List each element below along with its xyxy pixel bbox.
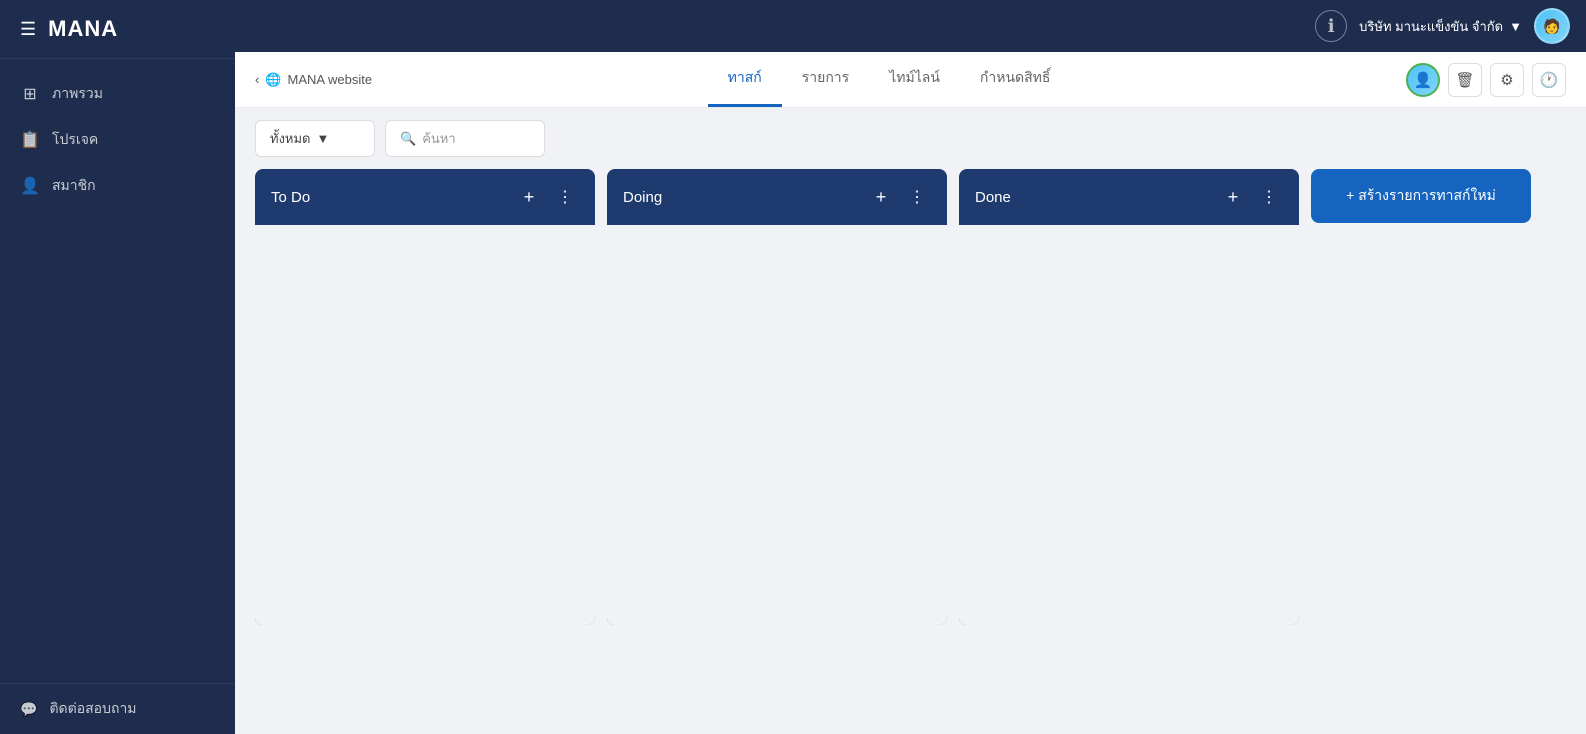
history-icon[interactable]: 🕐 [1532,63,1566,97]
create-column-label: + สร้างรายการทาสก์ใหม่ [1346,185,1496,207]
search-box[interactable]: 🔍 ค้นหา [385,120,545,157]
main-area: ℹ บริษัท มานะแข็งขัน จำกัด ▼ 🧑 ‹ 🌐 MANA … [235,0,1586,734]
sidebar-item-member[interactable]: 👤 สมาชิก [0,163,235,209]
sub-header-actions: 👤 🗑 ⚙ 🕐 [1406,63,1566,97]
logo: MANA [48,16,118,42]
tab-list[interactable]: รายการ [782,52,869,107]
chevron-down-icon: ▼ [1509,19,1522,34]
sidebar-nav: ⊞ ภาพรวม 📋 โปรเจค 👤 สมาชิก [0,59,235,683]
column-header-doing: Doing + ⋮ [607,169,947,225]
create-column-button[interactable]: + สร้างรายการทาสก์ใหม่ [1311,169,1531,223]
tab-timeline[interactable]: ไทม์ไลน์ [869,52,960,107]
back-arrow-icon: ‹ [255,72,259,87]
column-more-button-todo[interactable]: ⋮ [551,183,579,211]
globe-icon: 🌐 [265,72,281,88]
sidebar-footer: 💬 ติดต่อสอบถาม [0,683,235,734]
sidebar-item-label-member: สมาชิก [52,175,96,197]
settings-icon[interactable]: ⚙ [1490,63,1524,97]
column-header-done: Done + ⋮ [959,169,1299,225]
sub-tabs: ทาสก์ รายการ ไทม์ไลน์ กำหนดสิทธิ์ [392,52,1386,107]
contact-label: ติดต่อสอบถาม [49,698,136,720]
column-header-todo: To Do + ⋮ [255,169,595,225]
kanban-column-doing: Doing + ⋮ [607,169,947,625]
column-body-done [959,225,1299,625]
company-name: บริษัท มานะแข็งขัน จำกัด [1359,16,1503,37]
column-add-button-doing[interactable]: + [867,183,895,211]
column-body-todo [255,225,595,625]
column-add-button-done[interactable]: + [1219,183,1247,211]
contact-item[interactable]: 💬 ติดต่อสอบถาม [20,698,215,720]
sidebar-item-overview[interactable]: ⊞ ภาพรวม [0,71,235,117]
sidebar-header: ☰ MANA [0,0,235,59]
info-icon[interactable]: ℹ [1315,10,1347,42]
column-more-button-doing[interactable]: ⋮ [903,183,931,211]
sidebar-item-label-overview: ภาพรวม [52,83,103,105]
assigned-user-icon[interactable]: 👤 [1406,63,1440,97]
sidebar: ☰ MANA ⊞ ภาพรวม 📋 โปรเจค 👤 สมาชิก 💬 ติดต… [0,0,235,734]
company-selector[interactable]: บริษัท มานะแข็งขัน จำกัด ▼ [1359,16,1522,37]
column-title-done: Done [975,189,1211,206]
sidebar-item-project[interactable]: 📋 โปรเจค [0,117,235,163]
filter-chevron-icon: ▼ [317,131,330,146]
topbar: ℹ บริษัท มานะแข็งขัน จำกัด ▼ 🧑 [235,0,1586,52]
content-area: ‹ 🌐 MANA website ทาสก์ รายการ ไทม์ไลน์ ก… [235,52,1586,734]
filter-label: ทั้งหมด [270,128,311,149]
search-icon: 🔍 [400,131,416,147]
toolbar: ทั้งหมด ▼ 🔍 ค้นหา [235,108,1586,169]
tab-rights[interactable]: กำหนดสิทธิ์ [960,52,1071,107]
tab-task[interactable]: ทาสก์ [708,52,782,107]
delete-icon[interactable]: 🗑 [1448,63,1482,97]
kanban-board: To Do + ⋮ Doing + ⋮ Done + [235,169,1586,734]
contact-icon: 💬 [20,701,37,718]
kanban-column-todo: To Do + ⋮ [255,169,595,625]
search-placeholder: ค้นหา [422,128,455,149]
project-name: MANA website [288,72,373,87]
column-title-doing: Doing [623,189,859,206]
sidebar-item-label-project: โปรเจค [52,129,98,151]
user-avatar[interactable]: 🧑 [1534,8,1570,44]
back-button[interactable]: ‹ 🌐 MANA website [255,72,372,88]
filter-dropdown[interactable]: ทั้งหมด ▼ [255,120,375,157]
member-icon: 👤 [20,176,40,196]
kanban-column-done: Done + ⋮ [959,169,1299,625]
hamburger-icon[interactable]: ☰ [20,19,36,40]
column-more-button-done[interactable]: ⋮ [1255,183,1283,211]
sub-header: ‹ 🌐 MANA website ทาสก์ รายการ ไทม์ไลน์ ก… [235,52,1586,108]
project-icon: 📋 [20,130,40,150]
overview-icon: ⊞ [20,84,40,104]
column-add-button-todo[interactable]: + [515,183,543,211]
column-body-doing [607,225,947,625]
column-title-todo: To Do [271,189,507,206]
